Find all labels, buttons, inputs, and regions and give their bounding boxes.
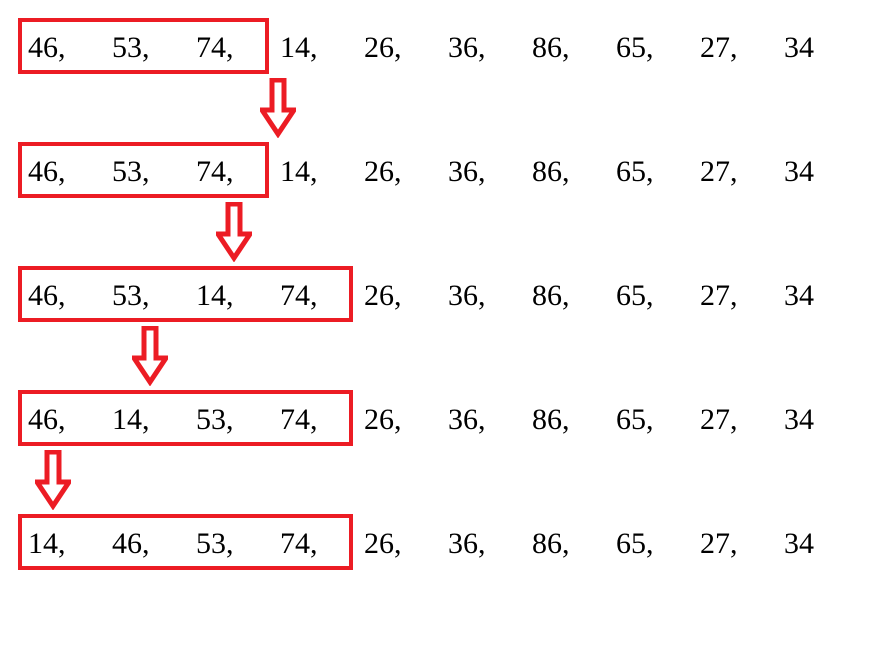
array-cell: 26,	[356, 279, 440, 313]
array-cell: 46,	[20, 279, 104, 313]
array-cell: 14,	[188, 279, 272, 313]
array-cell: 53,	[104, 279, 188, 313]
sort-step-row: 46, 14, 53, 74, 26, 36, 86, 65, 27, 34	[20, 392, 865, 448]
array-cell: 53,	[104, 155, 188, 189]
array-cell: 14,	[20, 527, 104, 561]
array-cell: 74,	[272, 527, 356, 561]
array-cell: 27,	[692, 527, 776, 561]
array-cell: 26,	[356, 527, 440, 561]
array-cell: 27,	[692, 403, 776, 437]
array-cell: 34	[776, 155, 860, 189]
array-cell: 34	[776, 31, 860, 65]
array-cell: 74,	[272, 279, 356, 313]
step-arrow-icon	[132, 326, 168, 386]
array-cell: 14,	[272, 31, 356, 65]
array-cell: 46,	[104, 527, 188, 561]
array-cell: 14,	[104, 403, 188, 437]
array-cell: 27,	[692, 155, 776, 189]
array-cell: 86,	[524, 403, 608, 437]
array-cell: 74,	[272, 403, 356, 437]
array-cell: 46,	[20, 155, 104, 189]
array-cell: 34	[776, 527, 860, 561]
array-cell: 14,	[272, 155, 356, 189]
sort-step-row: 46, 53, 74, 14, 26, 36, 86, 65, 27, 34	[20, 144, 865, 200]
sort-step-row: 46, 53, 14, 74, 26, 36, 86, 65, 27, 34	[20, 268, 865, 324]
array-cell: 27,	[692, 279, 776, 313]
array-cell: 36,	[440, 279, 524, 313]
array-cell: 74,	[188, 31, 272, 65]
step-arrow-icon	[216, 202, 252, 262]
array-cell: 26,	[356, 31, 440, 65]
array-cell: 46,	[20, 403, 104, 437]
array-cell: 74,	[188, 155, 272, 189]
array-cell: 27,	[692, 31, 776, 65]
array-cell: 36,	[440, 155, 524, 189]
array-cell: 65,	[608, 527, 692, 561]
sort-step-row: 46, 53, 74, 14, 26, 36, 86, 65, 27, 34	[20, 20, 865, 76]
step-arrow-icon	[260, 78, 296, 138]
array-cell: 46,	[20, 31, 104, 65]
array-cell: 34	[776, 279, 860, 313]
array-cell: 86,	[524, 155, 608, 189]
array-cell: 36,	[440, 527, 524, 561]
array-cell: 53,	[104, 31, 188, 65]
array-cell: 26,	[356, 403, 440, 437]
array-cell: 36,	[440, 403, 524, 437]
array-cell: 65,	[608, 31, 692, 65]
sort-step-row: 14, 46, 53, 74, 26, 36, 86, 65, 27, 34	[20, 516, 865, 572]
step-arrow-icon	[35, 450, 71, 510]
insertion-sort-diagram: 46, 53, 74, 14, 26, 36, 86, 65, 27, 34 4…	[20, 20, 865, 572]
array-cell: 65,	[608, 403, 692, 437]
array-cell: 26,	[356, 155, 440, 189]
array-cell: 36,	[440, 31, 524, 65]
array-cell: 53,	[188, 527, 272, 561]
array-cell: 86,	[524, 279, 608, 313]
array-cell: 34	[776, 403, 860, 437]
array-cell: 53,	[188, 403, 272, 437]
array-cell: 65,	[608, 279, 692, 313]
array-cell: 86,	[524, 31, 608, 65]
array-cell: 86,	[524, 527, 608, 561]
array-cell: 65,	[608, 155, 692, 189]
